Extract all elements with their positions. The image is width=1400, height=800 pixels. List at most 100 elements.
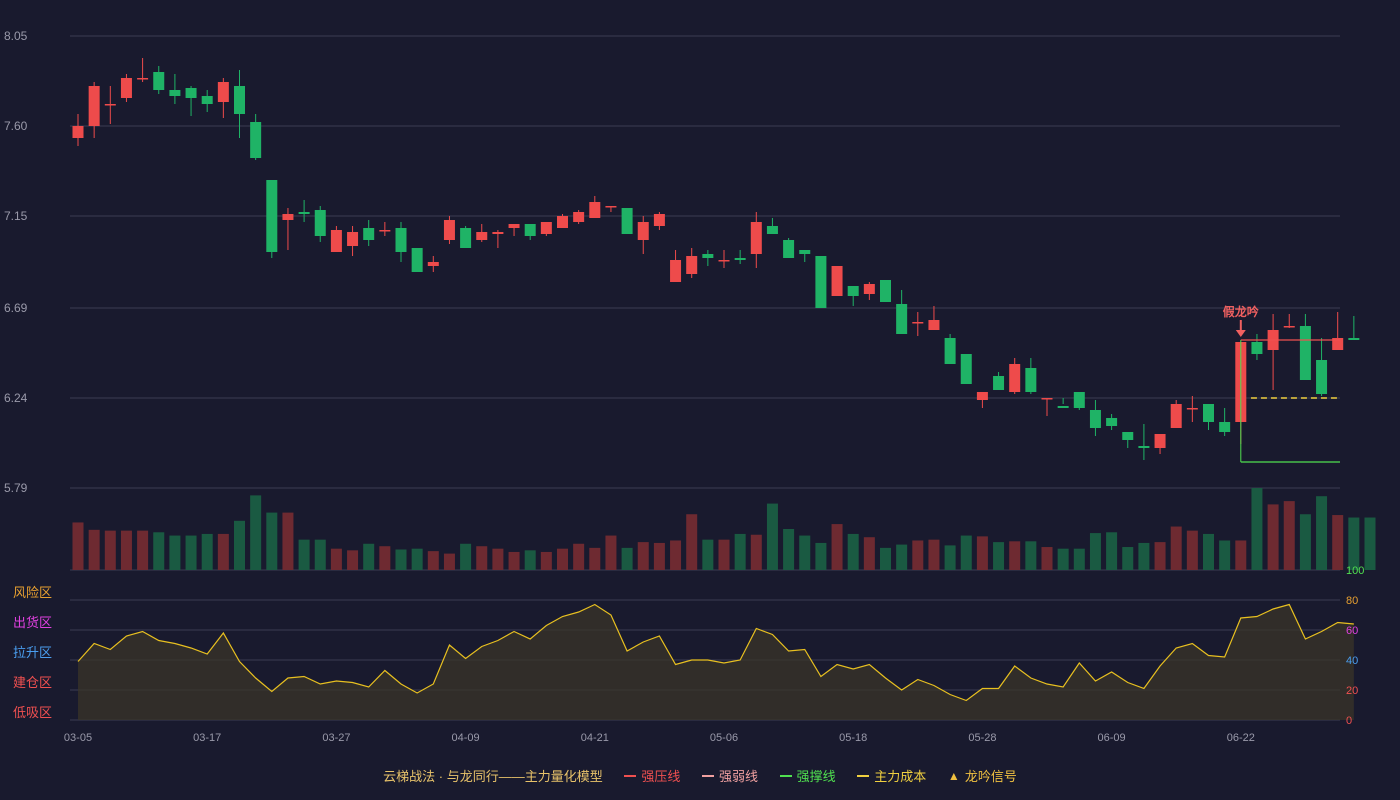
legend-item-signal[interactable]: ▲ 龙吟信号 xyxy=(948,766,1017,785)
volume-bar xyxy=(863,537,875,570)
oscillator-tick-label: 60 xyxy=(1346,625,1358,637)
candle-body xyxy=(395,228,407,252)
oscillator-tick-label: 40 xyxy=(1346,655,1358,667)
volume-bar xyxy=(621,547,633,570)
volume-bar xyxy=(524,550,536,570)
x-tick-label: 04-21 xyxy=(581,732,609,744)
volume-bar xyxy=(1106,532,1118,570)
candle-body xyxy=(863,284,875,294)
legend-label-weak: 强弱线 xyxy=(719,769,759,784)
oscillator-tick-label: 0 xyxy=(1346,715,1352,727)
candle-body xyxy=(185,88,197,98)
volume-bar xyxy=(153,532,165,570)
legend-item-weak[interactable]: 强弱线 xyxy=(702,766,758,785)
candle-body xyxy=(282,214,294,220)
candle-body xyxy=(1089,410,1101,428)
volume-bar xyxy=(896,544,908,570)
candle-body xyxy=(686,256,698,274)
candle-body xyxy=(944,338,956,364)
volume-bar xyxy=(1154,542,1166,570)
candle-body xyxy=(1186,408,1198,410)
candle-body xyxy=(347,232,359,246)
x-tick-label: 06-22 xyxy=(1227,732,1255,744)
candle-body xyxy=(783,240,795,258)
candle-body xyxy=(266,180,278,252)
candle-body xyxy=(476,232,488,240)
volume-bar xyxy=(1073,548,1085,570)
candle-body xyxy=(120,78,132,98)
volume-bar xyxy=(1267,504,1279,570)
volume-bar xyxy=(976,536,988,570)
volume-bar xyxy=(653,542,665,570)
candle-body xyxy=(734,258,746,260)
candle-body xyxy=(1009,364,1021,392)
volume-bar xyxy=(201,533,213,570)
price-tick-label: 8.05 xyxy=(4,29,28,43)
volume-bar xyxy=(928,539,940,570)
oscillator-area xyxy=(78,604,1354,720)
volume-bar xyxy=(250,495,262,570)
legend-item-pressure[interactable]: 强压线 xyxy=(624,766,680,785)
volume-bar xyxy=(1138,542,1150,570)
x-tick-label: 04-09 xyxy=(452,732,480,744)
candle-body xyxy=(831,266,843,296)
volume-bars xyxy=(72,488,1376,570)
volume-bar xyxy=(234,520,245,570)
axis-labels: 8.05 7.60 7.15 6.69 6.24 5.79 100 80 60 40 20 0 风险区出… xyxy=(4,29,1364,744)
candle-body xyxy=(976,392,988,400)
candle-body xyxy=(540,222,552,234)
candle-body xyxy=(1025,368,1037,392)
volume-bar xyxy=(443,553,455,570)
candle-body xyxy=(169,90,181,96)
candle-body xyxy=(1251,342,1263,354)
legend-label-pressure: 强压线 xyxy=(641,769,681,784)
legend-item-cost[interactable]: 主力成本 xyxy=(857,766,926,785)
candle-body xyxy=(1219,422,1231,432)
volume-bar xyxy=(508,551,520,570)
oscillator-zone-label: 低吸区 xyxy=(13,705,52,720)
candle-body xyxy=(847,286,859,296)
candle-body xyxy=(670,260,682,282)
signal-arrow-head xyxy=(1235,330,1246,337)
legend-swatch-weak xyxy=(702,774,714,777)
x-tick-label: 05-18 xyxy=(839,732,867,744)
candle-body xyxy=(1283,326,1295,328)
volume-bar xyxy=(137,530,149,570)
volume-bar xyxy=(120,530,132,570)
oscillator-tick-label: 80 xyxy=(1346,595,1358,607)
legend-swatch-support xyxy=(779,774,792,777)
legend-item-support[interactable]: 强撑线 xyxy=(779,766,836,785)
candle-body xyxy=(330,230,342,252)
volume-bar xyxy=(314,539,326,570)
candle-body xyxy=(912,322,924,324)
candle-body xyxy=(137,78,149,80)
candle-body xyxy=(1122,432,1134,440)
candle-body xyxy=(718,260,730,262)
legend-title: 云梯战法 · 与龙同行——主力量化模型 xyxy=(383,769,603,784)
price-tick-label: 5.79 xyxy=(4,481,28,495)
candle-body xyxy=(492,232,504,234)
volume-bar xyxy=(944,545,956,570)
candle-body xyxy=(1299,326,1311,380)
candle-body xyxy=(72,126,84,138)
volume-bar xyxy=(960,535,972,570)
volume-bar xyxy=(815,542,827,570)
volume-bar xyxy=(1089,533,1101,570)
volume-bar xyxy=(1122,547,1134,570)
x-tick-label: 05-28 xyxy=(968,732,996,744)
volume-bar xyxy=(766,503,778,570)
volume-bar xyxy=(783,529,795,570)
volume-bar xyxy=(104,530,116,570)
candle-body xyxy=(234,86,245,114)
volume-bar xyxy=(1025,541,1037,570)
signal-annotation: 假龙吟 xyxy=(1223,304,1259,319)
x-tick-label: 03-17 xyxy=(193,732,221,744)
oscillator-panel xyxy=(77,603,1354,720)
triangle-icon: ▲ xyxy=(947,768,960,783)
volume-bar xyxy=(492,548,504,570)
price-tick-label: 6.69 xyxy=(4,301,28,315)
candle-body xyxy=(1316,360,1328,394)
volume-bar xyxy=(589,547,601,570)
volume-bar xyxy=(605,535,617,570)
volume-bar xyxy=(1041,547,1053,570)
